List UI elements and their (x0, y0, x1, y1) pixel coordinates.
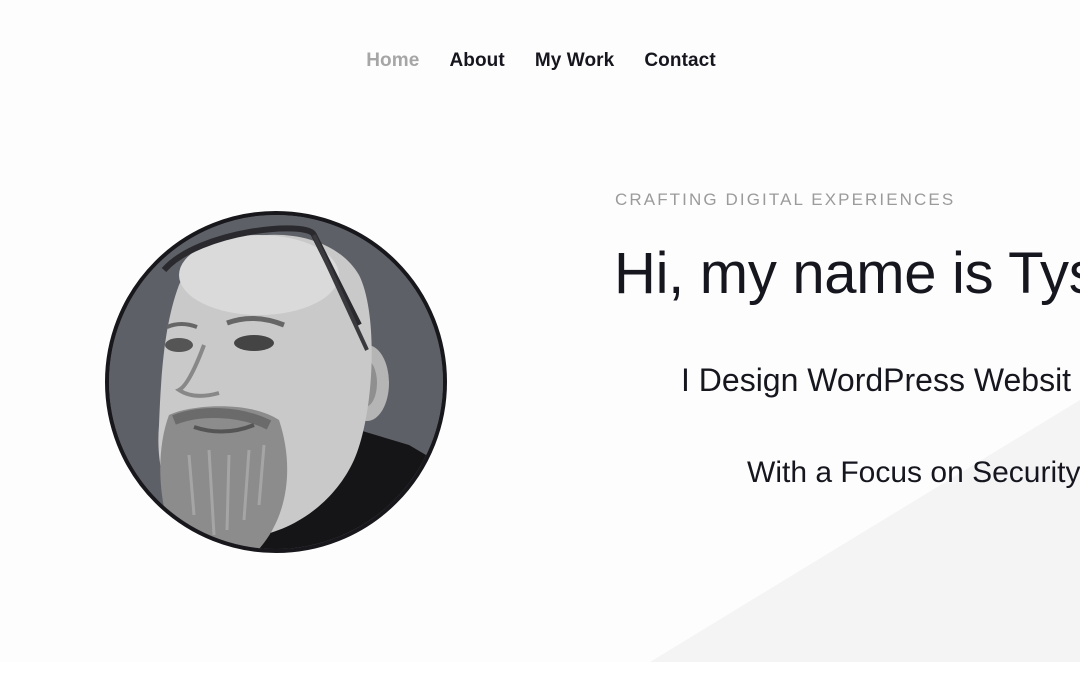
hero-headline: Hi, my name is Tys (614, 241, 1080, 306)
hero-text: CRAFTING DIGITAL EXPERIENCES Hi, my name… (0, 0, 1080, 675)
hero-subheading: I Design WordPress Websit (681, 362, 1072, 398)
page: Home About My Work Contact CRAFTING DIGI… (0, 0, 1080, 675)
hero-tagline: With a Focus on Security a (747, 456, 1080, 489)
hero-eyebrow: CRAFTING DIGITAL EXPERIENCES (615, 190, 956, 209)
